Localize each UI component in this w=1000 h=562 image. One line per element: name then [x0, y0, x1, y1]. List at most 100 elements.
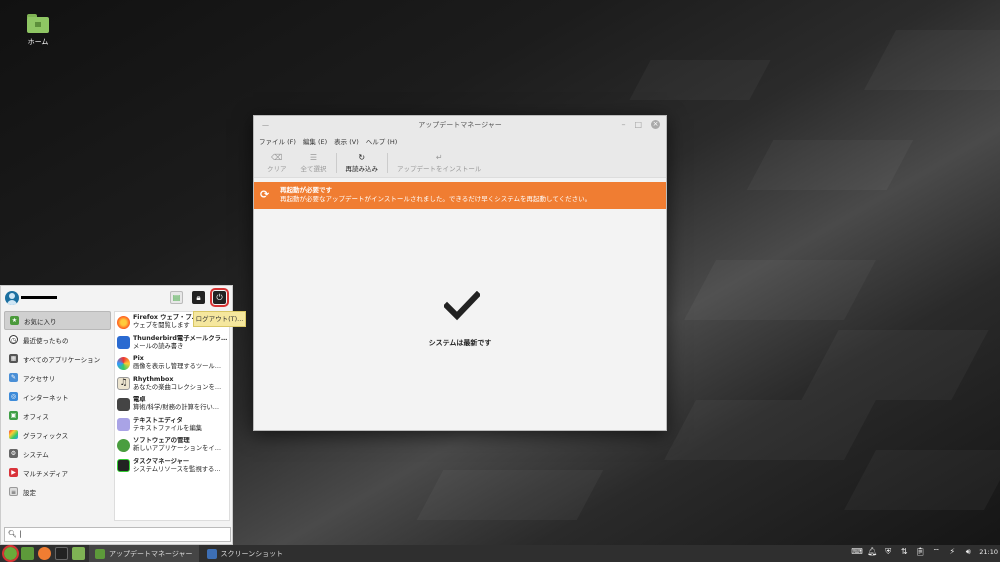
select-all-button[interactable]: ☰ 全て選択	[294, 152, 334, 173]
power-icon[interactable]: ⚡	[947, 547, 957, 557]
accessories-icon: ✎	[9, 373, 18, 382]
task-screenshot[interactable]: スクリーンショット	[201, 545, 290, 562]
update-shield-icon[interactable]: ⛨	[883, 547, 893, 557]
folder-icon	[27, 14, 49, 33]
files-launcher-icon[interactable]	[72, 547, 85, 560]
favorites-icon: ★	[10, 316, 19, 325]
menu-view[interactable]: 表示 (V)	[334, 136, 359, 146]
install-icon: ↵	[435, 153, 443, 162]
category-settings[interactable]: ≡ 設定	[4, 482, 111, 501]
network-icon[interactable]: ⇅	[899, 547, 909, 557]
wifi-icon[interactable]: ⌔	[931, 547, 941, 557]
taskbar: アップデートマネージャー スクリーンショット ⌨ 🔔︎ ⛨ ⇅ 📋︎ ⌔ ⚡ 🔊…	[0, 545, 1000, 562]
clock-icon: ◷	[9, 335, 18, 344]
toolbar-separator	[387, 152, 388, 173]
reload-icon: ↻	[358, 153, 366, 162]
app-text-editor[interactable]: テキストエディタ テキストファイルを編集	[115, 415, 229, 436]
app-name: Thunderbird電子メールクラ…	[133, 334, 228, 342]
search-input[interactable]: 🔍︎ |	[4, 527, 231, 542]
toolbar: ⌫ クリア ☰ 全て選択 ↻ 再読み込み ↵ アップデートをインストール	[254, 148, 666, 178]
logout-icon[interactable]: ⏻	[210, 288, 229, 307]
app-desc: あなたの楽曲コレクションを…	[133, 383, 222, 391]
favorite-apps-list: Firefox ウェブ・ブ… ウェブを閲覧します Thunderbird電子メール…	[114, 311, 230, 521]
settings-icon: ≡	[9, 487, 18, 496]
menu-help[interactable]: ヘルプ (H)	[366, 136, 398, 146]
search-icon: 🔍︎	[8, 530, 17, 538]
category-multimedia[interactable]: ▶ マルチメディア	[4, 463, 111, 482]
show-desktop-icon[interactable]	[21, 547, 34, 560]
terminal-launcher-icon[interactable]	[55, 547, 68, 560]
category-recent[interactable]: ◷ 最近使ったもの	[4, 330, 111, 349]
window-menu-icon[interactable]: —	[262, 116, 269, 134]
reload-button[interactable]: ↻ 再読み込み	[339, 152, 386, 173]
app-name: テキストエディタ	[133, 416, 183, 424]
firefox-icon	[117, 315, 130, 329]
pix-icon	[117, 356, 130, 370]
app-task-manager[interactable]: タスクマネージャー システムリソースを監視する…	[115, 456, 229, 477]
gear-icon: ⚙	[9, 449, 18, 458]
category-list: ★ お気に入り ◷ 最近使ったもの ▦ すべてのアプリケーション ✎ アクセサリ ◎ イン…	[4, 311, 111, 501]
app-name: Rhythmbox	[133, 375, 174, 383]
minimize-icon[interactable]: –	[621, 120, 625, 129]
app-thunderbird[interactable]: Thunderbird電子メールクラ… メールの読み書き	[115, 333, 229, 354]
menu-button-icon[interactable]	[2, 545, 19, 562]
app-desc: テキストファイルを編集	[133, 424, 203, 432]
category-office[interactable]: ▣ オフィス	[4, 406, 111, 425]
select-all-label: 全て選択	[300, 165, 327, 173]
install-label: アップデートをインストール	[397, 165, 482, 173]
maximize-icon[interactable]: □	[634, 120, 642, 129]
app-desc: ウェブを閲覧します	[133, 322, 190, 330]
avatar	[5, 291, 19, 305]
category-graphics[interactable]: グラフィックス	[4, 425, 111, 444]
category-label: インターネット	[23, 393, 69, 402]
category-label: マルチメディア	[23, 469, 69, 478]
lock-icon[interactable]: 🔒︎	[192, 291, 205, 304]
select-all-icon: ☰	[309, 153, 318, 162]
thunderbird-icon	[117, 336, 130, 350]
app-pix[interactable]: Pix 画像を表示し管理するツール…	[115, 353, 229, 374]
task-label: アップデートマネージャー	[109, 549, 193, 558]
volume-icon[interactable]: 🔊︎	[963, 547, 973, 557]
camera-icon	[206, 548, 217, 559]
graphics-icon	[9, 430, 18, 439]
category-label: アクセサリ	[23, 374, 56, 383]
menu-edit[interactable]: 編集 (E)	[303, 136, 327, 146]
username-redacted	[21, 296, 57, 299]
calculator-icon	[117, 397, 130, 411]
clipboard-icon[interactable]: 📋︎	[915, 547, 925, 557]
category-internet[interactable]: ◎ インターネット	[4, 387, 111, 406]
app-desc: 算術/科学/財務の計算を行い…	[133, 404, 220, 412]
notifications-icon[interactable]: 🔔︎	[867, 547, 877, 557]
category-favorites[interactable]: ★ お気に入り	[4, 311, 111, 330]
firefox-launcher-icon[interactable]	[38, 547, 51, 560]
category-system[interactable]: ⚙ システム	[4, 444, 111, 463]
reboot-required-banner: ⟳ 再起動が必要です 再起動が必要なアップデートがインストールされました。できる…	[254, 182, 666, 209]
close-icon[interactable]: ×	[651, 120, 660, 129]
category-all-apps[interactable]: ▦ すべてのアプリケーション	[4, 349, 111, 368]
app-desc: 画像を表示し管理するツール…	[133, 363, 222, 371]
app-calculator[interactable]: 電卓 算術/科学/財務の計算を行い…	[115, 394, 229, 415]
menu-file[interactable]: ファイル (F)	[259, 136, 296, 146]
clear-label: クリア	[267, 165, 287, 173]
desktop-home-label: ホーム	[27, 38, 49, 46]
keyboard-icon[interactable]: ⌨	[851, 547, 863, 557]
category-label: すべてのアプリケーション	[23, 355, 101, 364]
rhythmbox-icon: ♫	[117, 377, 130, 391]
task-update-manager[interactable]: アップデートマネージャー	[89, 545, 199, 562]
desktop-home-icon[interactable]: ホーム	[20, 14, 56, 47]
app-name: タスクマネージャー	[133, 457, 190, 465]
clear-icon: ⌫	[271, 153, 283, 162]
clock[interactable]: 21:10	[979, 547, 998, 557]
system-tray: ⌨ 🔔︎ ⛨ ⇅ 📋︎ ⌔ ⚡ 🔊︎ 21:10	[851, 547, 998, 557]
category-accessories[interactable]: ✎ アクセサリ	[4, 368, 111, 387]
system-monitor-button[interactable]: ▤	[170, 291, 183, 304]
app-desc: 新しいアプリケーションをイ…	[133, 445, 222, 453]
category-label: お気に入り	[24, 317, 57, 326]
window-titlebar[interactable]: — アップデートマネージャー – □ ×	[254, 116, 666, 134]
clear-button[interactable]: ⌫ クリア	[260, 152, 294, 173]
task-label: スクリーンショット	[220, 549, 284, 558]
internet-icon: ◎	[9, 392, 18, 401]
install-updates-button[interactable]: ↵ アップデートをインストール	[390, 152, 488, 173]
app-software-manager[interactable]: ソフトウェアの管理 新しいアプリケーションをイ…	[115, 435, 229, 456]
app-rhythmbox[interactable]: ♫ Rhythmbox あなたの楽曲コレクションを…	[115, 374, 229, 395]
